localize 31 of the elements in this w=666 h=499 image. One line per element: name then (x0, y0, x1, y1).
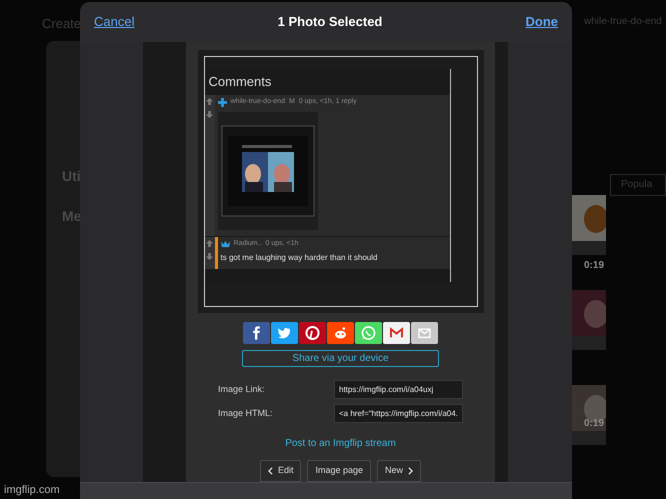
down-arrow-icon[interactable] (206, 111, 213, 118)
nav-button[interactable]: Image page (307, 460, 372, 482)
done-button[interactable]: Done (526, 12, 558, 32)
bird-icon[interactable] (271, 322, 298, 344)
stream-link[interactable]: Post to an Imgflip stream (285, 436, 396, 451)
up-arrow-icon[interactable] (206, 98, 213, 105)
nav-button[interactable]: New (377, 460, 422, 482)
field-label: Image HTML: (218, 406, 273, 420)
crown-icon (220, 239, 230, 248)
nav-button[interactable]: Edit (260, 460, 302, 482)
comments-heading: Comments (208, 73, 272, 92)
down-arrow-icon[interactable] (206, 252, 213, 260)
input-field[interactable]: https://imgflip.com/i/a04uxj (334, 380, 463, 399)
duration-label: 0:19 (584, 259, 604, 273)
comment-text: ts got me laughing way harder than it should (220, 252, 378, 264)
duration-label: 0:19 (584, 417, 604, 431)
facebook-icon[interactable] (243, 322, 270, 344)
share-button[interactable]: Share via your device (242, 350, 439, 367)
alien-icon[interactable] (327, 322, 354, 344)
pin-icon[interactable] (299, 322, 326, 344)
up-arrow-icon[interactable] (206, 240, 213, 246)
sheet-title: 1 Photo Selected (278, 13, 382, 32)
input-field[interactable]: <a href="https://imgflip.com/i/a04. (334, 404, 463, 423)
envelope-icon[interactable] (383, 322, 410, 344)
field-label: Image Link: (218, 382, 265, 396)
cancel-button[interactable]: Cancel (94, 12, 134, 32)
address-bar[interactable]: imgflip.com (4, 482, 60, 498)
plus-icon (218, 98, 226, 107)
chevron-left-icon (268, 467, 273, 475)
chevron-right-icon (408, 467, 414, 475)
phone-bubble-icon[interactable] (355, 322, 382, 344)
